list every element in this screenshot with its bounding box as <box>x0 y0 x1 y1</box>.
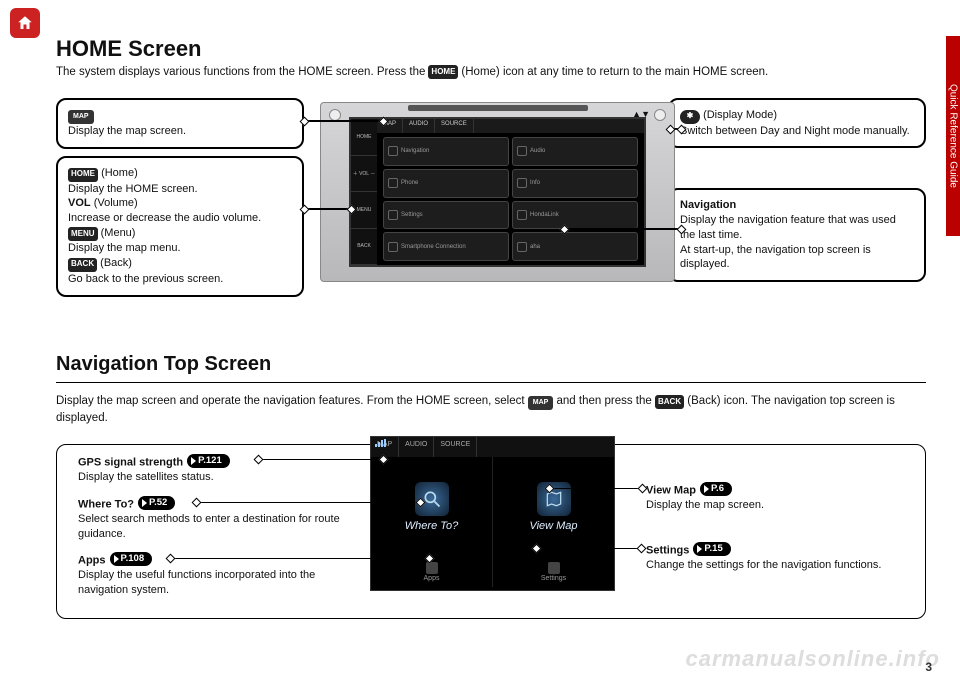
device-mock: ▲▼ HOME ＋ VOL － MENU BACK MAP AUDIO SOUR… <box>320 102 675 282</box>
dm-text: Switch between Day and Night mode manual… <box>680 125 910 137</box>
dev-tile: Settings <box>383 201 509 230</box>
home-label: (Home) <box>101 167 138 179</box>
callout-controls: HOME (Home) Display the HOME screen. VOL… <box>56 156 304 296</box>
dev-tile: Info <box>512 169 638 198</box>
menu-text: Display the map menu. <box>68 242 181 254</box>
apps-d: Display the useful functions incorporate… <box>78 569 315 596</box>
back-label: (Back) <box>100 257 132 269</box>
dev-tile: Phone <box>383 169 509 198</box>
dev-side-home: HOME <box>351 119 377 156</box>
display-mode-icon: ✱ <box>680 110 700 124</box>
leader-line <box>258 459 384 461</box>
set-d: Change the settings for the navigation f… <box>646 559 881 571</box>
page-ref[interactable]: P.15 <box>693 542 730 557</box>
watermark: carmanualsonline.info <box>686 646 941 672</box>
nav-btn-view: View Map <box>492 457 614 557</box>
view-label: View Map <box>529 520 577 532</box>
section-tab: Quick Reference Guide <box>946 36 960 236</box>
home-icon: HOME <box>428 65 458 79</box>
nav-desc: Display the map screen and operate the n… <box>56 393 926 428</box>
leader-line <box>564 228 682 230</box>
vol-text: Increase or decrease the audio volume. <box>68 212 261 224</box>
heading-nav-top: Navigation Top Screen <box>56 353 926 376</box>
callout-map-text: Display the map screen. <box>68 125 186 137</box>
map-icon: MAP <box>68 110 94 124</box>
leader-line <box>170 558 430 560</box>
page-ref[interactable]: P.6 <box>700 482 732 497</box>
vol-par: (Volume) <box>94 197 138 209</box>
dev-tile: Navigation <box>383 137 509 166</box>
item-settings: Settings P.15 Change the settings for the… <box>646 542 886 573</box>
page-ref[interactable]: P.108 <box>110 552 153 567</box>
d2a: Display the map screen and operate the n… <box>56 395 525 407</box>
dev-tile: aha <box>512 232 638 261</box>
dev-side-vol: ＋ VOL － <box>351 156 377 193</box>
heading-home-screen: HOME Screen <box>56 36 926 62</box>
figure-home-screen: MAP Display the map screen. HOME (Home) … <box>56 98 926 323</box>
intro-b: (Home) icon at any time to return to the… <box>461 64 768 80</box>
nav-tab: AUDIO <box>399 437 434 457</box>
page-number: 3 <box>925 660 932 674</box>
nav-l2: At start-up, the navigation top screen i… <box>680 244 871 271</box>
callout-display-mode: ✱ (Display Mode) Switch between Day and … <box>668 98 926 148</box>
callout-map: MAP Display the map screen. <box>56 98 304 149</box>
nav-btn-where: Where To? <box>371 457 492 557</box>
nav-l1: Display the navigation feature that was … <box>680 214 896 241</box>
page-ref[interactable]: P.121 <box>187 454 230 469</box>
gps-d: Display the satellites status. <box>78 471 214 483</box>
map-icon: MAP <box>528 396 554 410</box>
gps-t: GPS signal strength <box>78 456 183 468</box>
page-content: HOME Screen The system displays various … <box>56 36 926 619</box>
dev-tile: Smartphone Connection <box>383 232 509 261</box>
nav-title: Navigation <box>680 199 736 211</box>
figure-nav-top: MAP AUDIO SOURCE Where To? View Map Apps… <box>56 444 926 619</box>
home-text: Display the HOME screen. <box>68 183 198 195</box>
menu-icon: MENU <box>68 227 98 241</box>
leader-line <box>670 128 682 130</box>
back-icon: BACK <box>68 258 97 272</box>
leader-line <box>304 208 352 210</box>
item-view: View Map P.6 Display the map screen. <box>646 482 886 513</box>
dev-tab: AUDIO <box>403 119 435 133</box>
apps-t: Apps <box>78 554 106 566</box>
leader-line <box>549 488 643 490</box>
view-d: Display the map screen. <box>646 499 764 511</box>
gps-signal-icon <box>375 439 386 447</box>
where-d: Select search methods to enter a destina… <box>78 513 340 540</box>
dev-side-back: BACK <box>351 229 377 266</box>
leader-line <box>536 548 642 550</box>
callout-navigation: Navigation Display the navigation featur… <box>668 188 926 282</box>
divider <box>56 382 926 383</box>
dev-tile: HondaLink <box>512 201 638 230</box>
d2b: and then press the <box>557 395 652 407</box>
nav-screen-mock: MAP AUDIO SOURCE Where To? View Map Apps… <box>370 436 615 591</box>
nav-foot-settings: Settings <box>492 557 614 587</box>
home-icon-button[interactable] <box>10 8 40 38</box>
back-text: Go back to the previous screen. <box>68 273 223 285</box>
menu-label: (Menu) <box>101 227 136 239</box>
back-icon: BACK <box>655 395 684 409</box>
leader-line <box>304 120 384 122</box>
vol-label: VOL <box>68 197 91 209</box>
dm-label: (Display Mode) <box>703 109 777 121</box>
leader-line <box>196 502 421 504</box>
home-icon: HOME <box>68 168 98 182</box>
intro-a: The system displays various functions fr… <box>56 64 425 80</box>
set-t: Settings <box>646 544 689 556</box>
page-ref[interactable]: P.52 <box>138 496 175 511</box>
intro-text: The system displays various functions fr… <box>56 64 926 80</box>
dev-tile: Audio <box>512 137 638 166</box>
dev-tab: SOURCE <box>435 119 474 133</box>
home-icon <box>16 14 34 32</box>
where-label: Where To? <box>405 520 458 532</box>
nav-tab: SOURCE <box>434 437 477 457</box>
view-t: View Map <box>646 484 696 496</box>
where-t: Where To? <box>78 498 134 510</box>
